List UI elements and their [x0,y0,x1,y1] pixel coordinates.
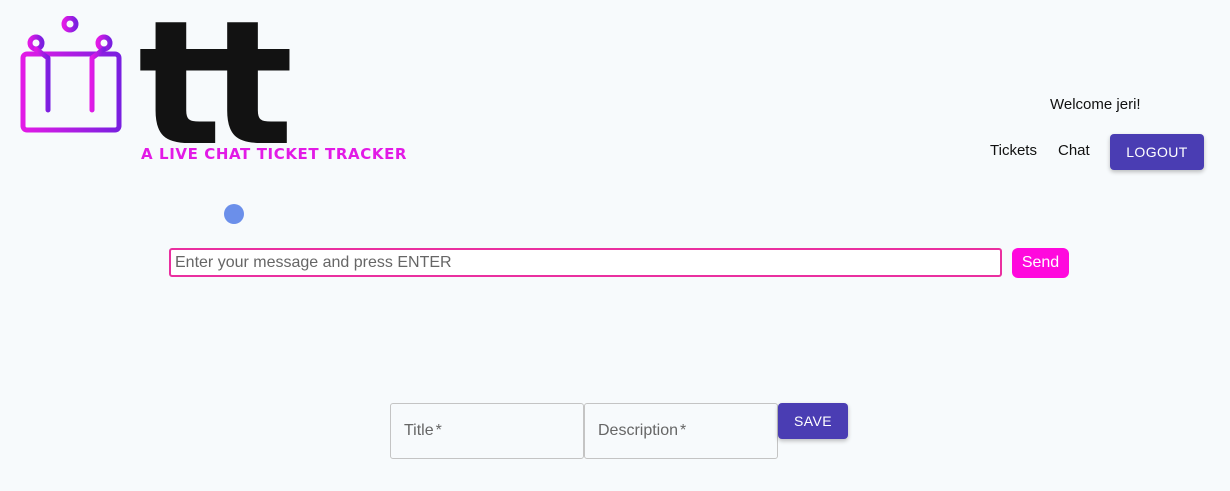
description-field-label: Description * [598,422,686,440]
title-field-label: Title * [404,422,442,440]
description-required-mark: * [680,422,687,439]
nav-link-tickets[interactable]: Tickets [990,142,1037,159]
description-label-text: Description [598,422,679,439]
welcome-message: Welcome jeri! [1050,96,1141,113]
status-indicator [224,204,244,224]
save-button[interactable]: SAVE [778,403,848,439]
circuit-monitor-icon [20,16,122,150]
nav-link-chat[interactable]: Chat [1058,142,1090,159]
title-field[interactable]: Title * [390,403,584,459]
title-label-text: Title [404,422,434,439]
title-required-mark: * [435,422,442,439]
logo-tagline: A LIVE CHAT TICKET TRACKER [141,145,408,163]
description-field[interactable]: Description * [584,403,778,459]
logout-button[interactable]: LOGOUT [1110,134,1204,170]
send-button[interactable]: Send [1012,248,1069,278]
message-input[interactable] [169,248,1002,277]
